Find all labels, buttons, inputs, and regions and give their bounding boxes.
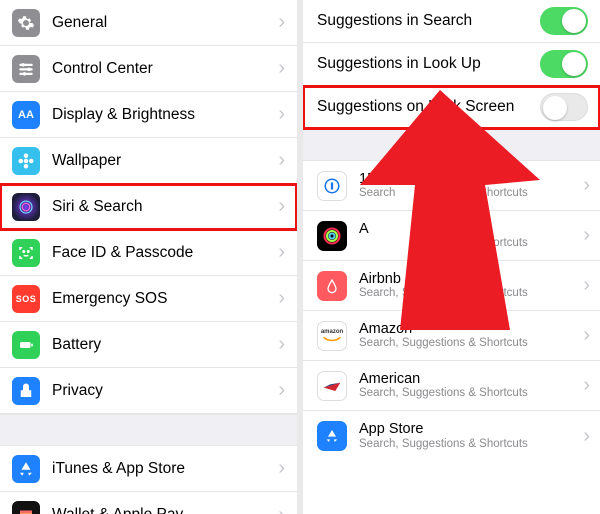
row-control-center[interactable]: Control Center › xyxy=(0,46,297,92)
app-sub: Search, Suggestions & Shortcuts xyxy=(359,187,583,200)
app-text: A Search, Suggestions & Shortcuts xyxy=(359,221,583,251)
chevron-right-icon: › xyxy=(272,103,285,126)
chevron-right-icon: › xyxy=(272,11,285,34)
row-label: Wallet & Apple Pay xyxy=(52,506,272,514)
row-label: Face ID & Passcode xyxy=(52,244,272,262)
app-appstore[interactable]: App Store Search, Suggestions & Shortcut… xyxy=(303,411,600,461)
section-spacer xyxy=(303,129,600,161)
row-label: General xyxy=(52,14,272,32)
toggle-switch[interactable] xyxy=(540,7,588,35)
chevron-right-icon: › xyxy=(583,425,590,448)
privacy-icon xyxy=(12,377,40,405)
row-wallpaper[interactable]: Wallpaper › xyxy=(0,138,297,184)
app-amazon[interactable]: amazon Amazon Search, Suggestions & Shor… xyxy=(303,311,600,361)
row-battery[interactable]: Battery › xyxy=(0,322,297,368)
row-label: Battery xyxy=(52,336,272,354)
flower-icon xyxy=(12,147,40,175)
app-text: American Search, Suggestions & Shortcuts xyxy=(359,371,583,401)
appstore-icon xyxy=(12,455,40,483)
app-icon xyxy=(317,171,347,201)
app-text: App Store Search, Suggestions & Shortcut… xyxy=(359,421,583,451)
app-airbnb[interactable]: Airbnb Search, Suggestions & Shortcuts › xyxy=(303,261,600,311)
battery-icon xyxy=(12,331,40,359)
display-icon: AA xyxy=(12,101,40,129)
row-label: iTunes & App Store xyxy=(52,460,272,478)
row-privacy[interactable]: Privacy › xyxy=(0,368,297,414)
app-sub: Search, Suggestions & Shortcuts xyxy=(359,337,583,350)
app-icon xyxy=(317,371,347,401)
app-activity[interactable]: A Search, Suggestions & Shortcuts › xyxy=(303,211,600,261)
siri-icon xyxy=(12,193,40,221)
app-text: Airbnb Search, Suggestions & Shortcuts xyxy=(359,271,583,301)
row-label: Emergency SOS xyxy=(52,290,272,308)
row-label: Display & Brightness xyxy=(52,106,272,124)
app-american[interactable]: American Search, Suggestions & Shortcuts… xyxy=(303,361,600,411)
chevron-right-icon: › xyxy=(272,457,285,480)
app-sub: Search, Suggestions & Shortcuts xyxy=(359,438,583,451)
toggle-label: Suggestions in Search xyxy=(317,12,540,30)
row-general[interactable]: General › xyxy=(0,0,297,46)
row-siri-search[interactable]: Siri & Search › xyxy=(0,184,297,230)
chevron-right-icon: › xyxy=(583,274,590,297)
row-wallet-applepay[interactable]: Wallet & Apple Pay › xyxy=(0,492,297,514)
app-title: App Store xyxy=(359,421,583,438)
row-label: Privacy xyxy=(52,382,272,400)
settings-left-panel: General › Control Center › AA Display & … xyxy=(0,0,303,514)
gear-icon xyxy=(12,9,40,37)
app-title: American xyxy=(359,371,583,388)
toggle-switch[interactable] xyxy=(540,50,588,78)
app-icon xyxy=(317,271,347,301)
siri-search-panel: Suggestions in Search Suggestions in Loo… xyxy=(303,0,600,514)
chevron-right-icon: › xyxy=(272,195,285,218)
toggle-switch[interactable] xyxy=(540,93,588,121)
chevron-right-icon: › xyxy=(272,287,285,310)
chevron-right-icon: › xyxy=(272,504,285,514)
sos-icon: SOS xyxy=(12,285,40,313)
sliders-icon xyxy=(12,55,40,83)
chevron-right-icon: › xyxy=(272,149,285,172)
chevron-right-icon: › xyxy=(583,174,590,197)
row-label: Control Center xyxy=(52,60,272,78)
app-text: Amazon Search, Suggestions & Shortcuts xyxy=(359,321,583,351)
toggle-suggestions-lookup[interactable]: Suggestions in Look Up xyxy=(303,43,600,86)
app-icon: amazon xyxy=(317,321,347,351)
app-icon xyxy=(317,421,347,451)
chevron-right-icon: › xyxy=(272,57,285,80)
wallet-icon xyxy=(12,501,40,514)
faceid-icon xyxy=(12,239,40,267)
app-title: 1Pass xyxy=(359,171,583,188)
row-emergency-sos[interactable]: SOS Emergency SOS › xyxy=(0,276,297,322)
app-sub: Search, Suggestions & Shortcuts xyxy=(359,237,583,250)
row-display-brightness[interactable]: AA Display & Brightness › xyxy=(0,92,297,138)
chevron-right-icon: › xyxy=(272,241,285,264)
app-sub: Search, Suggestions & Shortcuts xyxy=(359,387,583,400)
row-faceid-passcode[interactable]: Face ID & Passcode › xyxy=(0,230,297,276)
app-icon xyxy=(317,221,347,251)
app-1password[interactable]: 1Pass Search, Suggestions & Shortcuts › xyxy=(303,161,600,211)
toggle-label: Suggestions in Look Up xyxy=(317,55,540,73)
chevron-right-icon: › xyxy=(583,374,590,397)
chevron-right-icon: › xyxy=(583,224,590,247)
row-label: Wallpaper xyxy=(52,152,272,170)
section-spacer xyxy=(0,414,297,446)
app-text: 1Pass Search, Suggestions & Shortcuts xyxy=(359,171,583,201)
row-label: Siri & Search xyxy=(52,198,272,216)
app-title: Airbnb xyxy=(359,271,583,288)
chevron-right-icon: › xyxy=(583,324,590,347)
chevron-right-icon: › xyxy=(272,333,285,356)
app-title: Amazon xyxy=(359,321,583,338)
toggle-suggestions-lockscreen[interactable]: Suggestions on Lock Screen xyxy=(303,86,600,129)
toggle-suggestions-search[interactable]: Suggestions in Search xyxy=(303,0,600,43)
chevron-right-icon: › xyxy=(272,379,285,402)
app-sub: Search, Suggestions & Shortcuts xyxy=(359,287,583,300)
toggle-label: Suggestions on Lock Screen xyxy=(317,98,540,116)
row-itunes-appstore[interactable]: iTunes & App Store › xyxy=(0,446,297,492)
app-title: A xyxy=(359,221,583,238)
